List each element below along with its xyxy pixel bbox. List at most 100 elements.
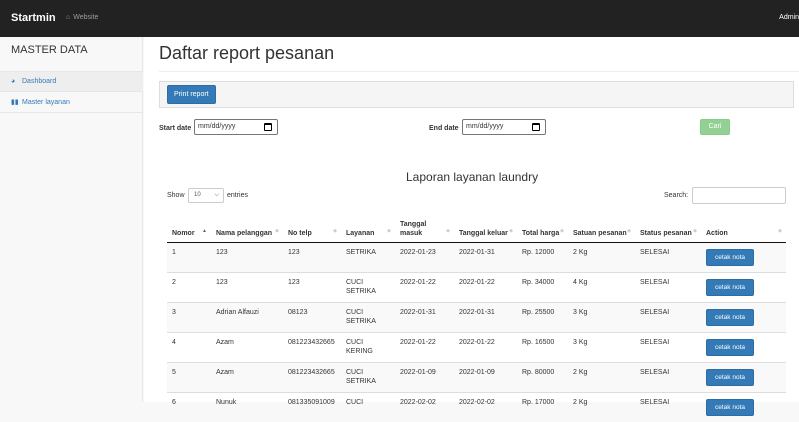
table-cell: 2022-01-09 <box>454 361 517 392</box>
table-cell: 2022-01-22 <box>454 271 517 302</box>
table-cell: CUCI KERING <box>341 331 395 362</box>
sort-asc-icon: ▲ <box>202 227 207 234</box>
column-header-label: Nomor <box>172 229 195 237</box>
table-row: 4 Azam 081223432665 CUCI KERING 2022-01-22 20… <box>167 331 786 362</box>
bar-chart-icon: ▮▮ <box>11 99 19 106</box>
column-header[interactable]: Status pesanan ◆ <box>635 209 701 243</box>
end-date-placeholder: mm/dd/yyyy <box>466 123 504 130</box>
sort-icon: ◆ <box>387 227 391 234</box>
table-cell-action: cetak nota <box>701 271 786 302</box>
sort-icon: ◆ <box>275 227 279 234</box>
print-report-button[interactable]: Print report <box>167 85 216 104</box>
table-header-row: Nomor ▲ Nama pelanggan ◆ No telp ◆ Layanan ◆… <box>167 209 786 243</box>
start-date-input[interactable]: mm/dd/yyyy <box>194 119 278 135</box>
cari-button[interactable]: Cari <box>700 119 730 135</box>
title-divider <box>159 71 799 72</box>
cetak-nota-button[interactable]: cetak nota <box>706 368 754 386</box>
table-cell: 123 <box>283 241 341 272</box>
table-cell-action: cetak nota <box>701 331 786 362</box>
cetak-nota-button[interactable]: cetak nota <box>706 248 754 266</box>
table-cell: 2022-01-22 <box>454 331 517 362</box>
table-row: 1 123 123 SETRIKA 2022-01-23 2022-01-31 Rp. 12… <box>167 241 786 272</box>
entries-select[interactable]: 10 ⌵ <box>188 188 224 203</box>
column-header-label: Layanan <box>346 229 375 237</box>
table-cell: 3 <box>167 301 211 332</box>
end-date-input[interactable]: mm/dd/yyyy <box>462 119 546 135</box>
table-cell: 6 <box>167 391 211 422</box>
sidebar-item-master-layanan[interactable]: ▮▮ Master layanan <box>0 92 143 113</box>
column-header[interactable]: Nama pelanggan ◆ <box>211 209 283 243</box>
table-cell-action: cetak nota <box>701 361 786 392</box>
column-header[interactable]: Action ◆ <box>701 209 786 243</box>
brand-link[interactable]: Startmin <box>11 12 56 24</box>
column-header[interactable]: Layanan ◆ <box>341 209 395 243</box>
sort-icon: ◆ <box>333 227 337 234</box>
table-cell: CUCI SETRIKA <box>341 361 395 392</box>
user-menu[interactable]: Admin <box>779 14 799 21</box>
report-table: Nomor ▲ Nama pelanggan ◆ No telp ◆ Layanan ◆… <box>167 209 786 422</box>
table-cell: SETRIKA <box>341 241 395 272</box>
sidebar-title: MASTER DATA <box>11 44 88 56</box>
cetak-nota-button[interactable]: cetak nota <box>706 278 754 296</box>
calendar-icon[interactable] <box>264 123 272 131</box>
column-header-label: Tanggal keluar <box>459 229 508 237</box>
table-row: 6 Nunuk 081335091009 CUCI 2022-02-02 2022-02-… <box>167 391 786 422</box>
report-title: Laporan layanan laundry <box>406 170 539 184</box>
table-cell: SELESAI <box>635 361 701 392</box>
table-cell: 2022-01-31 <box>395 301 454 332</box>
cetak-nota-button[interactable]: cetak nota <box>706 308 754 326</box>
column-header[interactable]: No telp ◆ <box>283 209 341 243</box>
column-header-label: Action <box>706 229 728 237</box>
table-cell: 2022-02-02 <box>454 391 517 422</box>
chevron-down-icon: ⌵ <box>214 192 219 198</box>
top-navbar: Startmin ⌂ Website Admin <box>0 0 799 37</box>
table-cell: Rp. 12000 <box>517 241 568 272</box>
table-cell: Azam <box>211 361 283 392</box>
sidebar-item-dashboard[interactable]: ◕ Dashboard <box>0 71 143 92</box>
website-link[interactable]: ⌂ Website <box>66 14 98 21</box>
table-body: 1 123 123 SETRIKA 2022-01-23 2022-01-31 Rp. 12… <box>167 241 786 422</box>
website-label: Website <box>73 14 99 21</box>
sidebar-item-label: Dashboard <box>22 78 57 85</box>
table-row: 2 123 123 CUCI SETRIKA 2022-01-22 2022-01-22 R… <box>167 271 786 302</box>
calendar-icon[interactable] <box>532 123 540 131</box>
sort-icon: ◆ <box>509 227 513 234</box>
cetak-nota-button[interactable]: cetak nota <box>706 338 754 356</box>
table-cell: 123 <box>283 271 341 302</box>
cetak-nota-button[interactable]: cetak nota <box>706 398 754 416</box>
start-date-label: Start date <box>159 125 192 132</box>
column-header[interactable]: Total harga ◆ <box>517 209 568 243</box>
column-header-label: Tanggal masuk <box>400 220 427 237</box>
table-cell: Rp. 16500 <box>517 331 568 362</box>
table-cell: 2022-01-22 <box>395 331 454 362</box>
table-cell: 4 <box>167 331 211 362</box>
sort-icon: ◆ <box>446 227 450 234</box>
table-cell-action: cetak nota <box>701 301 786 332</box>
sort-icon: ◆ <box>627 227 631 234</box>
table-cell: 123 <box>211 271 283 302</box>
table-cell: Rp. 34000 <box>517 271 568 302</box>
column-header-label: Nama pelanggan <box>216 229 273 237</box>
table-cell: Rp. 80000 <box>517 361 568 392</box>
entries-label: entries <box>227 192 249 199</box>
table-cell: Nunuk <box>211 391 283 422</box>
table-cell: 2022-01-23 <box>395 241 454 272</box>
table-row: 3 Adrian Alfauzi 08123 CUCI SETRIKA 2022-01-… <box>167 301 786 332</box>
table-cell: 2022-01-31 <box>454 241 517 272</box>
column-header[interactable]: Satuan pesanan ◆ <box>568 209 635 243</box>
sidebar: MASTER DATA ◕ Dashboard ▮▮ Master layanan <box>0 37 143 402</box>
search-input[interactable] <box>692 187 786 204</box>
table-cell: 2022-01-31 <box>454 301 517 332</box>
start-date-placeholder: mm/dd/yyyy <box>198 123 236 130</box>
table-cell: Rp. 25500 <box>517 301 568 332</box>
table-cell: 2 Kg <box>568 391 635 422</box>
table-cell-action: cetak nota <box>701 241 786 272</box>
column-header[interactable]: Tanggal keluar ◆ <box>454 209 517 243</box>
column-header[interactable]: Nomor ▲ <box>167 209 211 243</box>
table-row: 5 Azam 081223432665 CUCI SETRIKA 2022-01-09 2… <box>167 361 786 392</box>
page-title: Daftar report pesanan <box>159 43 335 63</box>
table-cell: 123 <box>211 241 283 272</box>
end-date-label: End date <box>429 125 459 132</box>
table-cell: 2 <box>167 271 211 302</box>
column-header[interactable]: Tanggal masuk ◆ <box>395 209 454 243</box>
